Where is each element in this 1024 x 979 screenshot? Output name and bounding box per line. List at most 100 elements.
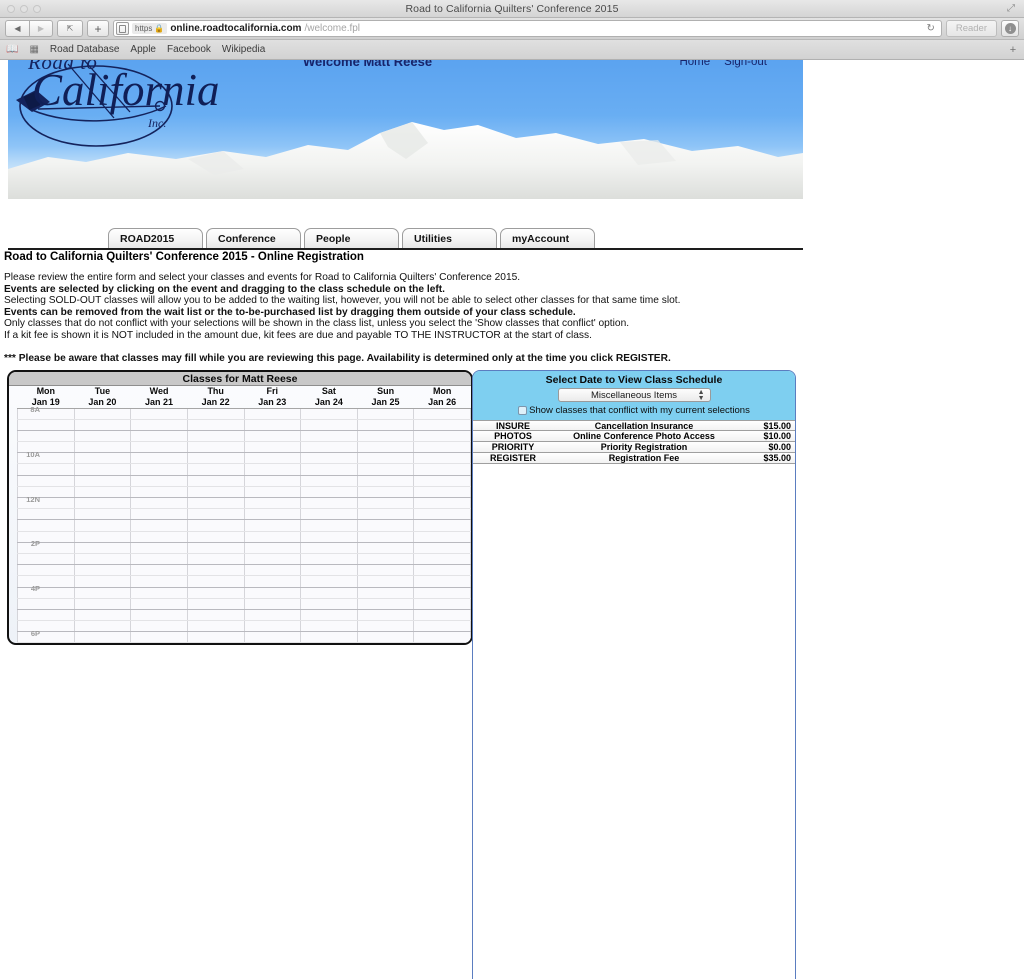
schedule-cell[interactable] xyxy=(413,519,471,532)
site-logo[interactable]: Road to California Inc. xyxy=(10,60,220,166)
schedule-cell[interactable] xyxy=(413,575,471,588)
schedule-cell[interactable] xyxy=(413,419,471,431)
schedule-cell[interactable] xyxy=(244,475,302,487)
schedule-cell[interactable] xyxy=(357,408,415,420)
schedule-cell[interactable] xyxy=(187,508,245,521)
schedule-cell[interactable] xyxy=(74,609,132,622)
schedule-cell[interactable] xyxy=(187,519,245,532)
schedule-cell[interactable] xyxy=(74,587,132,599)
signout-link[interactable]: Sign-out xyxy=(724,60,767,68)
schedule-cell[interactable] xyxy=(357,620,415,633)
share-icon[interactable]: ⇱ xyxy=(57,20,83,37)
schedule-row[interactable] xyxy=(17,609,471,622)
schedule-cell[interactable] xyxy=(187,575,245,588)
schedule-cell[interactable] xyxy=(413,497,471,510)
schedule-cell[interactable] xyxy=(357,497,415,510)
schedule-cell[interactable] xyxy=(357,463,415,476)
schedule-cell[interactable] xyxy=(413,408,471,420)
schedule-cell[interactable] xyxy=(187,419,245,431)
schedule-row[interactable] xyxy=(17,631,471,643)
schedule-cell[interactable] xyxy=(300,441,358,454)
schedule-cell[interactable] xyxy=(74,575,132,588)
schedule-cell[interactable] xyxy=(413,609,471,622)
date-select-dropdown[interactable]: Miscellaneous Items ▲ ▼ xyxy=(557,388,711,402)
schedule-cell[interactable] xyxy=(413,475,471,487)
bookmark-facebook[interactable]: Facebook xyxy=(167,44,211,55)
schedule-cell[interactable] xyxy=(17,620,75,633)
schedule-cell[interactable] xyxy=(244,441,302,454)
schedule-cell[interactable] xyxy=(130,553,188,566)
schedule-cell[interactable] xyxy=(130,587,188,599)
schedule-cell[interactable] xyxy=(74,441,132,454)
schedule-row[interactable] xyxy=(17,598,471,610)
schedule-row[interactable] xyxy=(17,575,471,588)
schedule-cell[interactable] xyxy=(300,508,358,521)
class-list-panel[interactable]: Select Date to View Class Schedule Misce… xyxy=(472,370,796,979)
schedule-cell[interactable] xyxy=(300,642,358,643)
schedule-cell[interactable] xyxy=(357,475,415,487)
schedule-cell[interactable] xyxy=(244,631,302,643)
schedule-cell[interactable] xyxy=(187,542,245,554)
schedule-cell[interactable] xyxy=(17,542,75,554)
tab-utilities[interactable]: Utilities xyxy=(402,228,497,248)
schedule-cell[interactable] xyxy=(300,531,358,543)
reload-icon[interactable]: ↻ xyxy=(926,23,938,34)
schedule-cell[interactable] xyxy=(357,564,415,577)
schedule-cell[interactable] xyxy=(74,620,132,633)
schedule-cell[interactable] xyxy=(17,475,75,487)
schedule-cell[interactable] xyxy=(130,497,188,510)
schedule-cell[interactable] xyxy=(74,631,132,643)
show-conflicts-checkbox[interactable] xyxy=(518,406,528,415)
schedule-cell[interactable] xyxy=(74,519,132,532)
schedule-cell[interactable] xyxy=(244,430,302,443)
schedule-cell[interactable] xyxy=(300,598,358,610)
schedule-cell[interactable] xyxy=(17,519,75,532)
schedule-cell[interactable] xyxy=(300,408,358,420)
schedule-cell[interactable] xyxy=(17,553,75,566)
schedule-cell[interactable] xyxy=(300,587,358,599)
schedule-cell[interactable] xyxy=(413,430,471,443)
schedule-cell[interactable] xyxy=(187,620,245,633)
schedule-cell[interactable] xyxy=(357,419,415,431)
back-button[interactable]: ◀ xyxy=(5,20,29,37)
schedule-cell[interactable] xyxy=(17,564,75,577)
new-tab-button[interactable]: + xyxy=(87,20,109,37)
schedule-cell[interactable] xyxy=(244,463,302,476)
schedule-cell[interactable] xyxy=(74,486,132,499)
schedule-cell[interactable] xyxy=(413,564,471,577)
schedule-cell[interactable] xyxy=(74,430,132,443)
schedule-cell[interactable] xyxy=(130,631,188,643)
schedule-cell[interactable] xyxy=(187,408,245,420)
schedule-cell[interactable] xyxy=(357,486,415,499)
schedule-cell[interactable] xyxy=(300,609,358,622)
bookmark-apple[interactable]: Apple xyxy=(130,44,156,55)
schedule-row[interactable] xyxy=(17,408,471,420)
schedule-cell[interactable] xyxy=(413,542,471,554)
tab-myaccount[interactable]: myAccount xyxy=(500,228,595,248)
schedule-cell[interactable] xyxy=(17,609,75,622)
schedule-cell[interactable] xyxy=(300,452,358,465)
add-tab-button[interactable]: + xyxy=(1006,43,1020,57)
schedule-cell[interactable] xyxy=(357,609,415,622)
schedule-cell[interactable] xyxy=(187,609,245,622)
schedule-cell[interactable] xyxy=(357,598,415,610)
schedule-cell[interactable] xyxy=(187,441,245,454)
schedule-cell[interactable] xyxy=(74,508,132,521)
site-badge-icon[interactable] xyxy=(116,22,129,35)
schedule-cell[interactable] xyxy=(413,598,471,610)
schedule-cell[interactable] xyxy=(17,463,75,476)
tab-road2015[interactable]: ROAD2015 xyxy=(108,228,203,248)
window-controls[interactable] xyxy=(7,5,41,13)
close-window-button[interactable] xyxy=(7,5,15,13)
schedule-cell[interactable] xyxy=(300,430,358,443)
schedule-cell[interactable] xyxy=(130,620,188,633)
schedule-cell[interactable] xyxy=(130,463,188,476)
schedule-cell[interactable] xyxy=(187,631,245,643)
schedule-row[interactable] xyxy=(17,564,471,577)
schedule-cell[interactable] xyxy=(130,508,188,521)
schedule-cell[interactable] xyxy=(244,609,302,622)
schedule-cell[interactable] xyxy=(187,463,245,476)
schedule-row[interactable] xyxy=(17,497,471,510)
schedule-cell[interactable] xyxy=(130,564,188,577)
book-icon[interactable]: 📖 xyxy=(6,44,18,55)
